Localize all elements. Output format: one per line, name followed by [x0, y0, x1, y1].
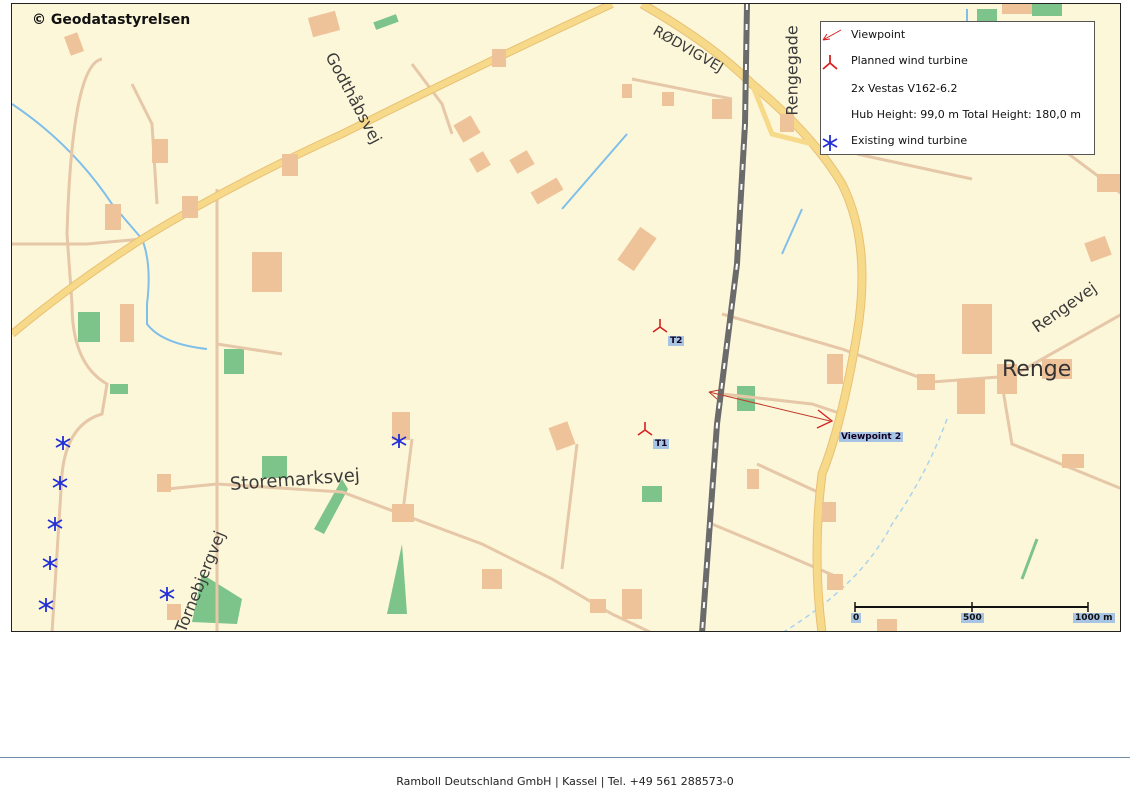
legend-heights-label: Hub Height: 99,0 m Total Height: 180,0 m — [851, 108, 1081, 121]
map-panel[interactable]: © Geodatastyrelsen Godthåbsvej RØDVIGVEJ… — [11, 3, 1121, 632]
map-legend: Viewpoint Planned wind turbine 2x Vestas… — [820, 21, 1095, 155]
planned-wind-turbine-t1-icon — [637, 422, 653, 436]
legend-row-viewpoint: Viewpoint — [821, 28, 905, 41]
turbine-label-t2: T2 — [668, 336, 685, 346]
viewpoint-2-label: Viewpoint 2 — [839, 432, 904, 442]
stream-dashed — [783, 418, 948, 631]
hedge — [1020, 538, 1039, 580]
drainage-ditch — [561, 133, 628, 210]
existing-wind-turbine-icon — [38, 598, 54, 612]
legend-row-model: 2x Vestas V162-6.2 — [821, 82, 957, 95]
legend-row-existing: Existing wind turbine — [821, 134, 968, 151]
scale-label-0: 0 — [851, 613, 862, 623]
drainage-ditch — [781, 208, 803, 255]
legend-planned-label: Planned wind turbine — [851, 54, 968, 67]
legend-viewpoint-label: Viewpoint — [851, 28, 906, 41]
footer-text: Ramboll Deutschland GmbH | Kassel | Tel.… — [396, 775, 734, 788]
legend-existing-label: Existing wind turbine — [851, 134, 968, 147]
planned-turbines — [637, 319, 668, 436]
copyright-notice: © Geodatastyrelsen — [32, 12, 191, 28]
road-label-rengegade: Rengegade — [782, 25, 802, 116]
legend-row-planned: Planned wind turbine — [821, 54, 968, 70]
place-label-renge: Renge — [1002, 357, 1072, 382]
existing-wind-turbine-icon — [52, 476, 68, 490]
scale-label-1000: 1000 m — [1073, 613, 1115, 623]
legend-model-label: 2x Vestas V162-6.2 — [851, 82, 958, 95]
existing-wind-turbine-icon — [159, 587, 175, 601]
existing-turbines — [38, 434, 407, 612]
footer-divider — [0, 757, 1130, 758]
turbine-label-t1: T1 — [653, 439, 670, 449]
scale-label-500: 500 — [961, 613, 984, 623]
scale-bar — [854, 602, 1089, 612]
legend-row-heights: Hub Height: 99,0 m Total Height: 180,0 m — [821, 108, 1081, 121]
planned-wind-turbine-t2-icon — [652, 319, 668, 333]
